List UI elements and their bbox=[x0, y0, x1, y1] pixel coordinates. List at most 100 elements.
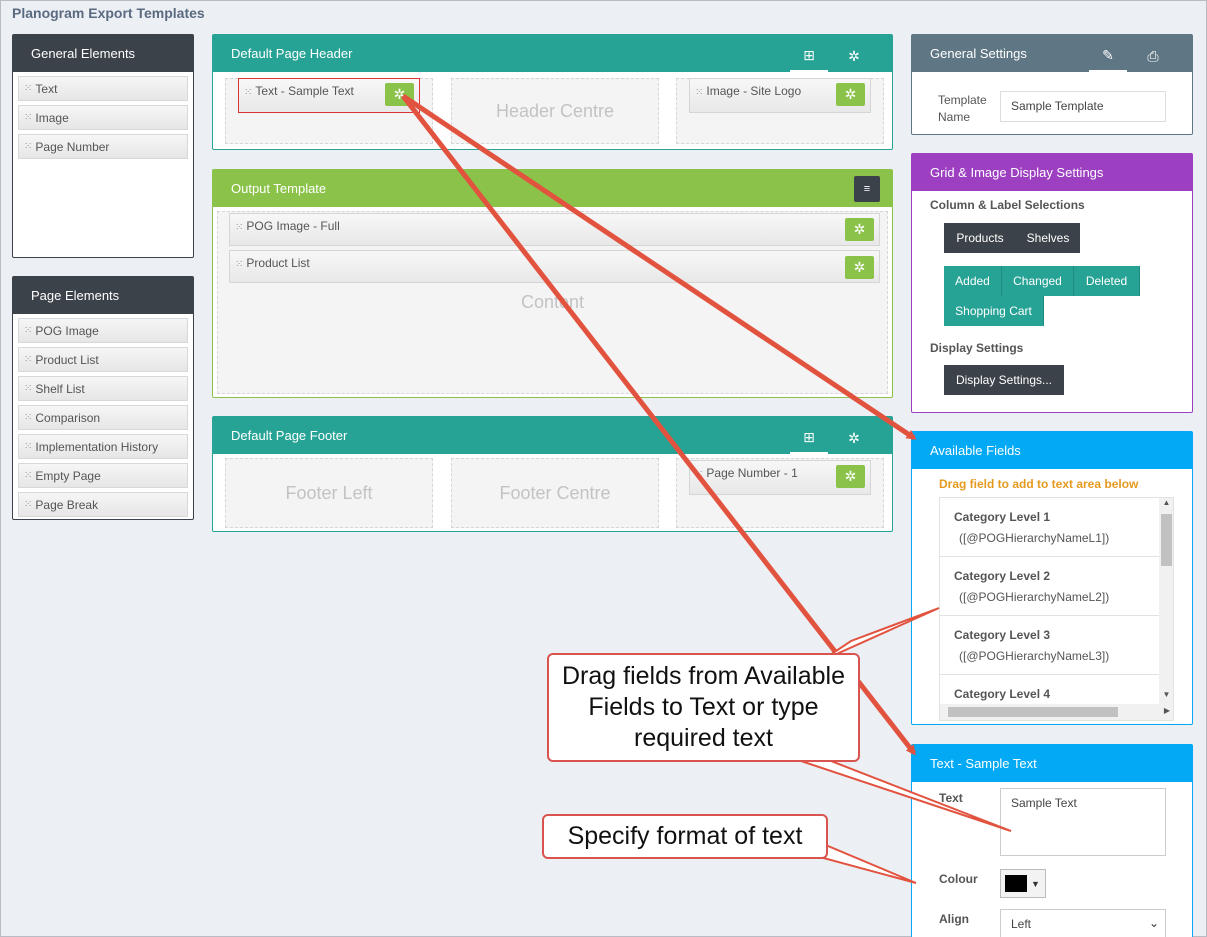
scrollbar-thumb[interactable] bbox=[1161, 514, 1172, 566]
display-settings-button[interactable]: Display Settings... bbox=[944, 365, 1064, 395]
element-page-break[interactable]: ⁙ Page Break bbox=[18, 492, 188, 517]
drag-handle-icon: ⁙ bbox=[24, 412, 33, 423]
changed-button[interactable]: Changed bbox=[1002, 266, 1074, 296]
scroll-right-arrow-icon[interactable]: ▶ bbox=[1160, 706, 1173, 715]
shopping-cart-button[interactable]: Shopping Cart bbox=[944, 296, 1044, 326]
drag-handle-icon: ⁙ bbox=[24, 354, 33, 365]
colour-label: Colour bbox=[939, 872, 978, 886]
element-page-number[interactable]: ⁙ Page Number bbox=[18, 134, 188, 159]
template-name-label: Template Name bbox=[938, 93, 987, 124]
page-number-settings-button[interactable]: ✲ bbox=[836, 465, 865, 488]
chevron-down-icon: ⌄ bbox=[1148, 916, 1159, 930]
available-fields-hint: Drag field to add to text area below bbox=[939, 477, 1139, 491]
field-item[interactable]: Category Level 1 ([@POGHierarchyNameL1]) bbox=[940, 498, 1159, 557]
grid-layout-tab-icon[interactable]: ⊞ bbox=[790, 41, 828, 72]
output-template-title: Output Template ≡ bbox=[213, 170, 892, 207]
align-label: Align bbox=[939, 912, 969, 926]
pog-image-settings-button[interactable]: ✲ bbox=[845, 218, 874, 241]
drag-handle-icon: ⁙ bbox=[695, 469, 704, 480]
align-value: Left bbox=[1011, 917, 1032, 931]
product-list-chip[interactable]: ⁙ Product List bbox=[229, 250, 880, 283]
field-item[interactable]: Category Level 3 ([@POGHierarchyNameL3]) bbox=[940, 616, 1159, 675]
align-select[interactable]: Left ⌄ bbox=[1000, 909, 1166, 937]
page-elements-panel: Page Elements ⁙ POG Image ⁙ Product List ⁙… bbox=[12, 276, 194, 520]
pog-image-full-chip[interactable]: ⁙ POG Image - Full bbox=[229, 213, 880, 246]
page-title: Planogram Export Templates bbox=[12, 5, 205, 21]
products-button[interactable]: Products bbox=[944, 223, 1016, 253]
element-label: Shelf List bbox=[35, 381, 85, 396]
available-fields-title: Available Fields bbox=[912, 432, 1192, 469]
panel-title: Default Page Header bbox=[231, 46, 353, 61]
grid-layout-tab-icon[interactable]: ⊞ bbox=[790, 423, 828, 454]
element-label: Implementation History bbox=[35, 439, 159, 454]
general-settings-title: General Settings ✎ ⎙ bbox=[912, 35, 1192, 72]
drag-handle-icon: ⁙ bbox=[24, 383, 33, 394]
panel-title: General Settings bbox=[930, 46, 1027, 61]
page-layout-icon[interactable]: ≡ bbox=[854, 176, 880, 202]
element-comparison[interactable]: ⁙ Comparison bbox=[18, 405, 188, 430]
general-elements-panel: General Elements ⁙ Text ⁙ Image ⁙ Page Numb… bbox=[12, 34, 194, 258]
field-code: ([@POGHierarchyNameL2]) bbox=[959, 590, 1110, 604]
grid-image-settings-panel: Grid & Image Display Settings Column & L… bbox=[911, 153, 1193, 413]
element-text[interactable]: ⁙ Text bbox=[18, 76, 188, 101]
footer-centre-zone[interactable]: Footer Centre bbox=[451, 458, 659, 528]
field-item[interactable]: Category Level 4 bbox=[940, 675, 1159, 704]
page-footer-panel: Default Page Footer ⊞ ✲ Footer Left Foot… bbox=[212, 416, 893, 532]
element-label: Empty Page bbox=[35, 468, 101, 483]
colour-swatch bbox=[1005, 875, 1027, 892]
element-label: Page Number bbox=[35, 139, 110, 154]
added-button[interactable]: Added bbox=[944, 266, 1002, 296]
chip-label: Text - Sample Text bbox=[255, 84, 354, 98]
display-settings-label: Display Settings bbox=[930, 341, 1024, 355]
print-icon[interactable]: ⎙ bbox=[1134, 41, 1172, 72]
element-pog-image[interactable]: ⁙ POG Image bbox=[18, 318, 188, 343]
field-code: ([@POGHierarchyNameL1]) bbox=[959, 531, 1110, 545]
edit-pencil-icon[interactable]: ✎ bbox=[1089, 41, 1127, 72]
output-template-panel: Output Template ≡ Content ⁙ POG Image - F… bbox=[212, 169, 893, 398]
drag-handle-icon: ⁙ bbox=[24, 499, 33, 510]
field-item[interactable]: Category Level 2 ([@POGHierarchyNameL2]) bbox=[940, 557, 1159, 616]
element-label: Product List bbox=[35, 352, 99, 367]
field-name: Category Level 2 bbox=[954, 569, 1051, 583]
shelves-button[interactable]: Shelves bbox=[1016, 223, 1080, 253]
text-value-textarea[interactable]: Sample Text bbox=[1000, 788, 1166, 856]
grid-image-settings-title: Grid & Image Display Settings bbox=[912, 154, 1192, 191]
drag-handle-icon: ⁙ bbox=[24, 112, 33, 123]
column-label-selections-label: Column & Label Selections bbox=[930, 198, 1085, 212]
footer-left-zone[interactable]: Footer Left bbox=[225, 458, 433, 528]
drag-handle-icon: ⁙ bbox=[24, 441, 33, 452]
format-callout-pointer bbox=[815, 839, 917, 884]
drag-handle-icon: ⁙ bbox=[235, 259, 244, 270]
h-scrollbar-thumb[interactable] bbox=[948, 707, 1118, 717]
page-header-panel: Default Page Header ⊞ ✲ Header Centre ⁙ T… bbox=[212, 34, 893, 150]
text-settings-panel: Text - Sample Text Text Sample Text Colo… bbox=[911, 744, 1193, 937]
element-shelf-list[interactable]: ⁙ Shelf List bbox=[18, 376, 188, 401]
element-image[interactable]: ⁙ Image bbox=[18, 105, 188, 130]
header-centre-zone[interactable]: Header Centre bbox=[451, 78, 659, 144]
page-elements-title: Page Elements bbox=[13, 277, 193, 314]
element-label: Image bbox=[35, 110, 69, 125]
settings-tab-icon[interactable]: ✲ bbox=[835, 423, 873, 454]
deleted-button[interactable]: Deleted bbox=[1074, 266, 1140, 296]
template-name-input[interactable]: Sample Template bbox=[1000, 91, 1166, 122]
field-list[interactable]: Category Level 1 ([@POGHierarchyNameL1])… bbox=[939, 497, 1174, 721]
element-product-list[interactable]: ⁙ Product List bbox=[18, 347, 188, 372]
vertical-scrollbar[interactable]: ▲ ▼ bbox=[1159, 498, 1173, 704]
chip-label: Product List bbox=[246, 256, 310, 270]
general-settings-panel: General Settings ✎ ⎙ Template Name Sampl… bbox=[911, 34, 1193, 135]
element-implementation-history[interactable]: ⁙ Implementation History bbox=[18, 434, 188, 459]
text-label: Text bbox=[939, 791, 963, 805]
scroll-down-arrow-icon[interactable]: ▼ bbox=[1159, 690, 1173, 704]
settings-tab-icon[interactable]: ✲ bbox=[835, 41, 873, 72]
product-list-settings-button[interactable]: ✲ bbox=[845, 256, 874, 279]
scroll-up-arrow-icon[interactable]: ▲ bbox=[1159, 498, 1173, 512]
header-text-settings-button[interactable]: ✲ bbox=[385, 83, 414, 106]
scroll-left-arrow-icon[interactable]: ◀ bbox=[940, 706, 942, 715]
format-text-callout: Specify format of text bbox=[542, 814, 828, 859]
panel-title: Output Template bbox=[231, 181, 327, 196]
horizontal-scrollbar[interactable]: ◀ ▶ bbox=[940, 704, 1173, 720]
colour-picker[interactable]: ▼ bbox=[1000, 869, 1046, 898]
element-empty-page[interactable]: ⁙ Empty Page bbox=[18, 463, 188, 488]
header-image-settings-button[interactable]: ✲ bbox=[836, 83, 865, 106]
field-code: ([@POGHierarchyNameL3]) bbox=[959, 649, 1110, 663]
